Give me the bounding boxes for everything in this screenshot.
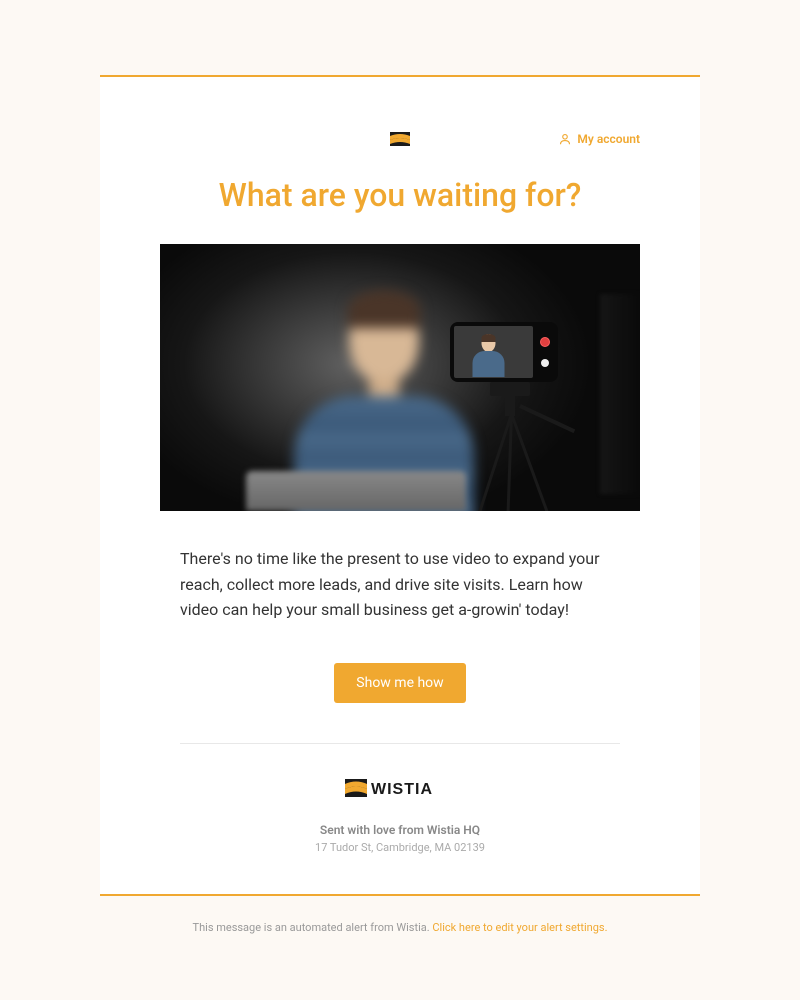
disclaimer-prefix: This message is an automated alert from … [193, 921, 433, 934]
header-row: My account [160, 132, 640, 146]
wistia-logo-small-icon [390, 132, 410, 146]
footer-address: 17 Tudor St, Cambridge, MA 02139 [160, 841, 640, 854]
disclaimer: This message is an automated alert from … [100, 896, 700, 959]
hero-laptop [246, 471, 466, 511]
page-heading: What are you waiting for? [160, 176, 640, 214]
footer-sent-from: Sent with love from Wistia HQ [160, 823, 640, 837]
alert-settings-link[interactable]: Click here to edit your alert settings. [432, 921, 607, 934]
my-account-label: My account [577, 132, 640, 146]
footer-text: Sent with love from Wistia HQ 17 Tudor S… [160, 823, 640, 854]
my-account-link[interactable]: My account [559, 132, 640, 146]
phone-frame [450, 322, 558, 382]
record-icon [540, 337, 550, 347]
divider [180, 743, 620, 744]
phone-controls [537, 337, 554, 367]
hero-rig [600, 294, 640, 494]
phone-screen [454, 326, 533, 378]
svg-text:WISTIA: WISTIA [371, 781, 433, 797]
email-body: My account What are you waiting for? [100, 77, 700, 894]
email-wrapper: My account What are you waiting for? [100, 75, 700, 959]
cta-wrapper: Show me how [160, 663, 640, 703]
footer-logo: WISTIA [160, 779, 640, 801]
show-me-how-button[interactable]: Show me how [334, 663, 465, 703]
body-text: There's no time like the present to use … [160, 546, 640, 623]
hero-image [160, 244, 640, 511]
tripod [460, 382, 560, 511]
user-icon [559, 133, 571, 145]
wistia-logo-icon: WISTIA [345, 779, 455, 797]
switch-camera-icon [541, 359, 549, 367]
